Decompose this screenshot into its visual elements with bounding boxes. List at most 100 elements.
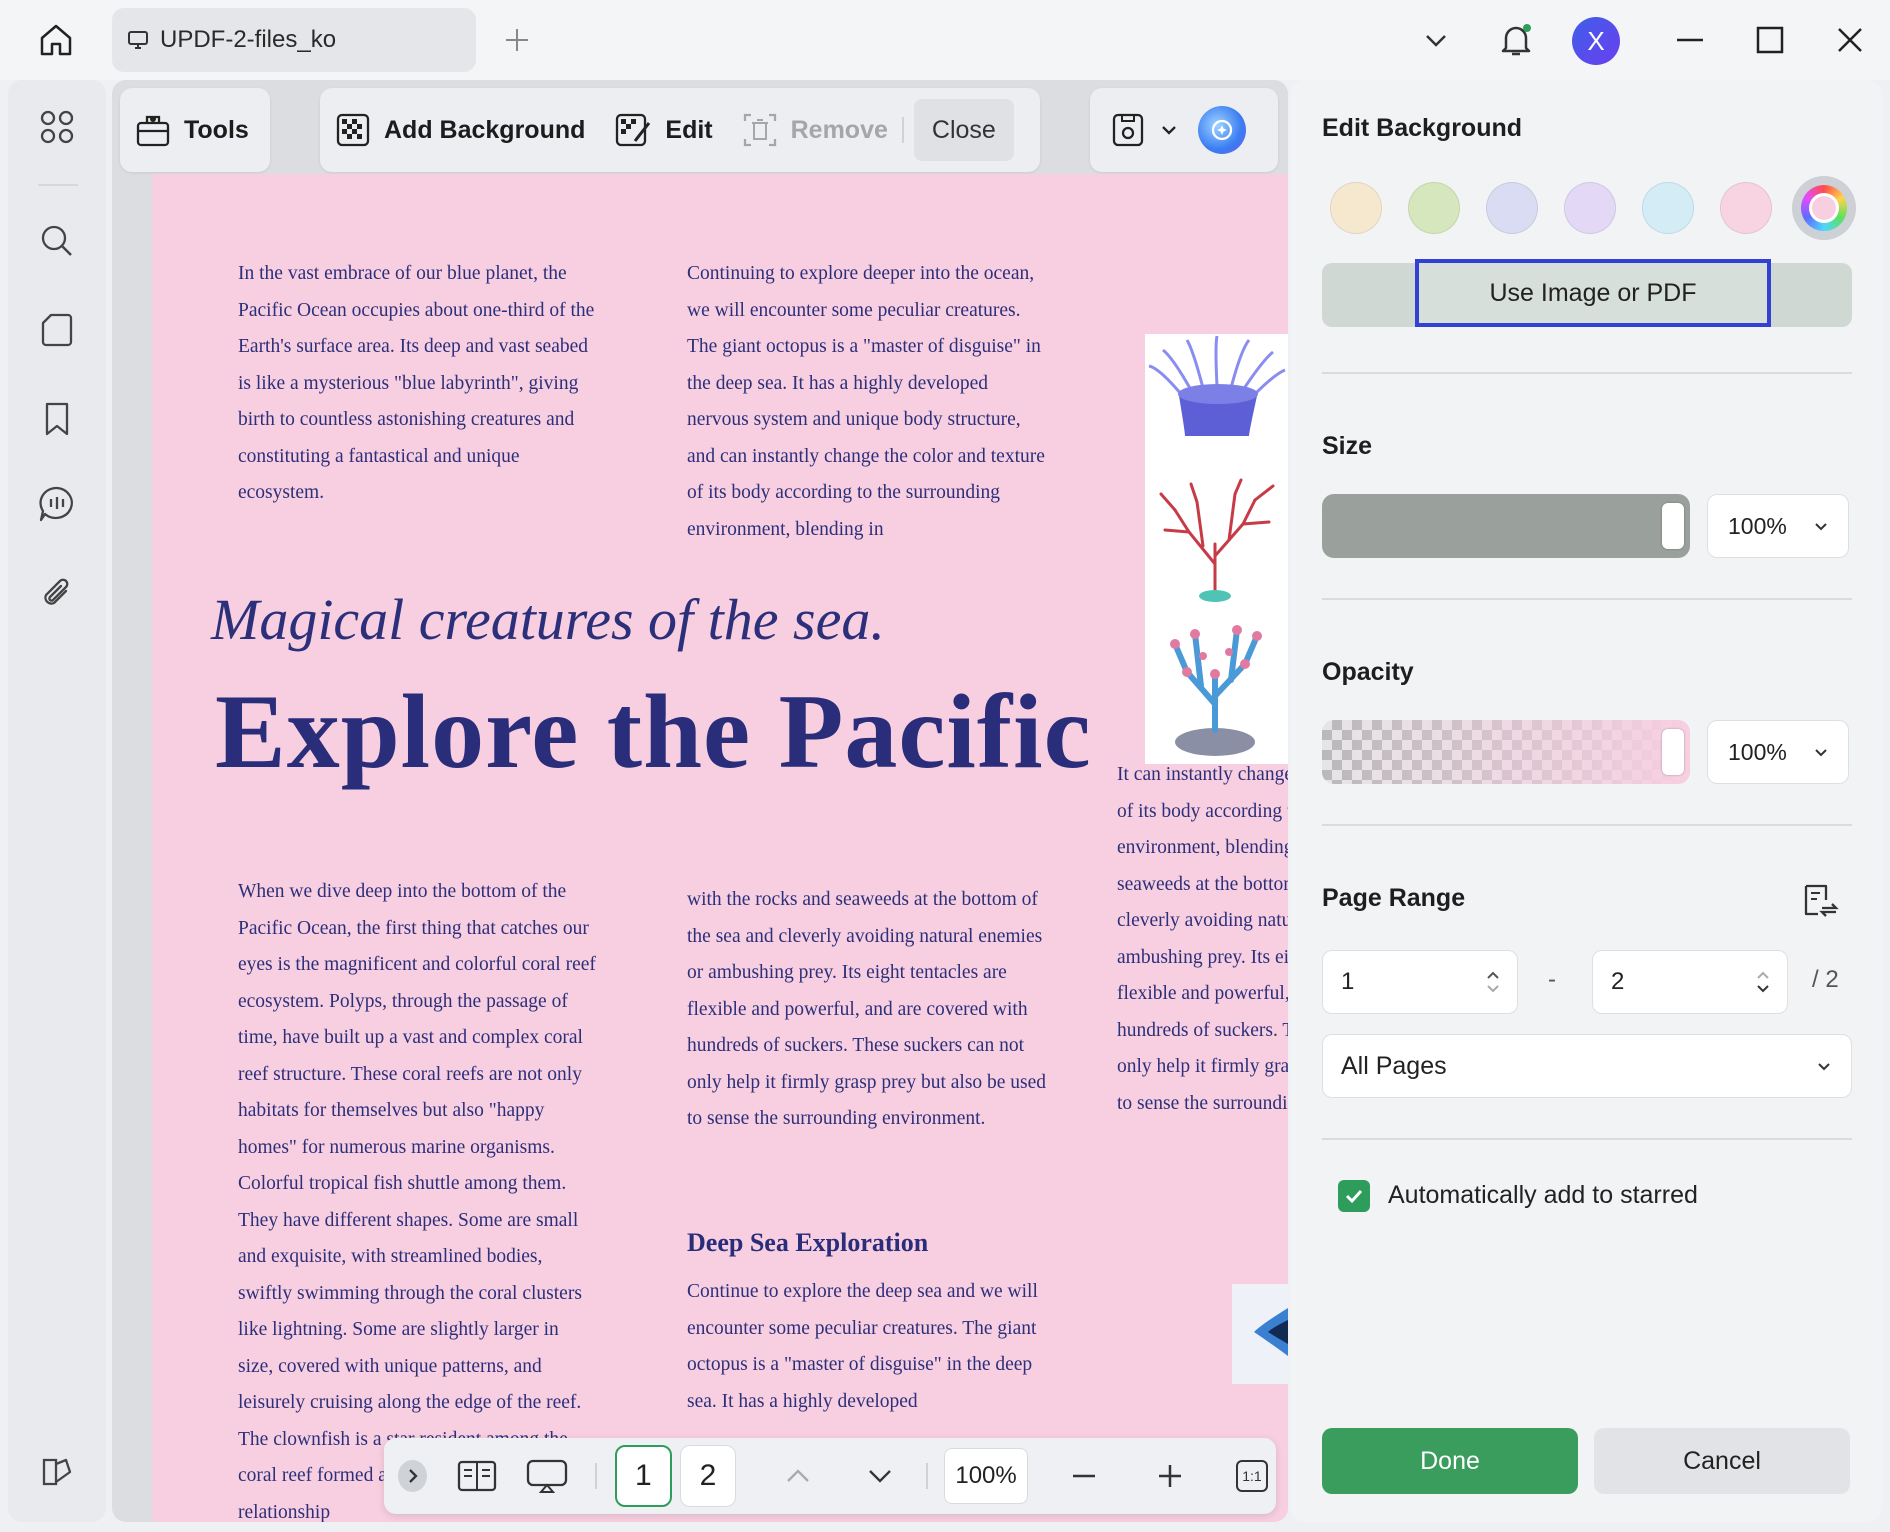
auto-star-checkbox[interactable] [1338, 1180, 1370, 1212]
minimize-icon [1677, 38, 1703, 42]
remove-background-button[interactable]: Remove [727, 88, 902, 172]
swatch-beige[interactable] [1330, 182, 1382, 234]
title-bar: UPDF-2-files_ko X [0, 0, 1890, 80]
use-image-or-pdf-button[interactable]: Use Image or PDF [1415, 259, 1771, 327]
cancel-button[interactable]: Cancel [1594, 1428, 1850, 1494]
comment-icon [39, 486, 73, 522]
home-icon [40, 24, 72, 56]
done-button[interactable]: Done [1322, 1428, 1578, 1494]
sea-creature-images [1148, 335, 1286, 756]
page-layout-button[interactable] [453, 1448, 501, 1504]
page-range-select[interactable]: All Pages [1322, 1034, 1852, 1098]
opacity-slider-thumb[interactable] [1662, 729, 1684, 775]
divider [1322, 372, 1852, 374]
opacity-value: 100% [1728, 738, 1787, 765]
remove-background-icon [743, 113, 776, 147]
paragraph: When we dive deep into the bottom of the… [238, 881, 596, 1522]
range-to-input[interactable]: 2 [1592, 950, 1788, 1014]
zoom-level-input[interactable]: 100% [944, 1448, 1028, 1504]
chevron-up-icon[interactable] [1485, 969, 1501, 981]
swatch-pink[interactable] [1720, 182, 1772, 234]
custom-color-button[interactable] [1792, 176, 1856, 240]
tabs-dropdown-button[interactable] [1412, 16, 1460, 64]
theme-button[interactable] [32, 1446, 82, 1496]
auto-star-label: Automatically add to starred [1388, 1181, 1698, 1209]
size-slider[interactable] [1322, 494, 1690, 558]
tools-group: Tools [120, 88, 270, 172]
previous-page-button[interactable] [774, 1448, 822, 1504]
maximize-button[interactable] [1746, 16, 1794, 64]
remove-label: Remove [790, 115, 888, 144]
page-1-button[interactable]: 1 [614, 1445, 672, 1507]
swatch-lilac[interactable] [1564, 182, 1616, 234]
opacity-label: Opacity [1322, 658, 1414, 686]
chevron-up-icon[interactable] [1755, 969, 1771, 981]
chevron-down-icon [1426, 35, 1446, 47]
presentation-button[interactable] [523, 1448, 571, 1504]
paragraph: Continue to explore the deep sea and we … [687, 1281, 1038, 1412]
palette-icon [42, 1458, 72, 1486]
tools-button[interactable]: Tools [120, 88, 263, 172]
zoom-out-button[interactable] [1060, 1448, 1108, 1504]
minimize-button[interactable] [1666, 16, 1714, 64]
page-range-label: Page Range [1322, 884, 1466, 912]
notifications-button[interactable] [1492, 16, 1540, 64]
page-range-settings-button[interactable] [1798, 878, 1842, 922]
toolbox-icon [136, 115, 170, 147]
chevron-down-icon [1162, 126, 1176, 135]
actual-size-button[interactable]: 1:1 [1228, 1448, 1276, 1504]
minus-icon [1072, 1474, 1095, 1478]
anemone-image [1148, 335, 1286, 436]
save-menu-button[interactable] [1110, 111, 1178, 149]
divider [1322, 1138, 1852, 1140]
pdf-page: In the vast embrace of our blue planet, … [152, 174, 1288, 1522]
chevron-down-icon[interactable] [1485, 983, 1501, 995]
add-background-button[interactable]: Add Background [320, 88, 599, 172]
home-button[interactable] [30, 16, 82, 64]
right-toolbar [1090, 88, 1278, 172]
use-image-row: Use Image or PDF [1322, 259, 1852, 327]
fish-icon [1254, 1308, 1288, 1356]
opacity-slider[interactable] [1322, 720, 1690, 784]
swatch-lavender[interactable] [1486, 182, 1538, 234]
comments-button[interactable] [32, 479, 82, 529]
swatch-green[interactable] [1408, 182, 1460, 234]
range-from-input[interactable]: 1 [1322, 950, 1518, 1014]
monitor-icon [128, 31, 148, 49]
new-tab-button[interactable] [500, 20, 534, 60]
document-tab-title: UPDF-2-files_ko [160, 26, 337, 53]
size-select[interactable]: 100% [1707, 494, 1849, 558]
chevron-down-icon[interactable] [1755, 983, 1771, 995]
zoom-in-button[interactable] [1146, 1448, 1194, 1504]
background-toolbar: Add Background Edit Remove Close [320, 88, 1040, 172]
section-heading: Deep Sea Exploration [687, 1228, 929, 1257]
next-page-button[interactable] [856, 1448, 904, 1504]
attachments-button[interactable] [32, 568, 82, 618]
pages-button[interactable] [32, 305, 82, 355]
page-2-button[interactable]: 2 [679, 1445, 737, 1507]
swatch-sky[interactable] [1642, 182, 1694, 234]
ai-assistant-button[interactable] [1198, 106, 1246, 154]
user-avatar[interactable]: X [1572, 17, 1620, 65]
opacity-select[interactable]: 100% [1707, 720, 1849, 784]
document-area: Tools Add Background Edit Remove Close I… [112, 80, 1288, 1522]
image-column [1145, 334, 1288, 764]
range-to-stepper[interactable] [1755, 969, 1771, 995]
edit-background-button[interactable]: Edit [599, 88, 726, 172]
expand-nav-button[interactable] [398, 1460, 428, 1492]
search-button[interactable] [32, 216, 82, 266]
range-to-value: 2 [1611, 968, 1625, 995]
document-title: Explore the Pacific [215, 673, 1092, 790]
close-window-button[interactable] [1826, 16, 1874, 64]
range-from-stepper[interactable] [1485, 969, 1501, 995]
thumbnails-button[interactable] [32, 102, 82, 152]
document-tab[interactable]: UPDF-2-files_ko [112, 8, 476, 72]
size-slider-thumb[interactable] [1662, 503, 1684, 549]
range-total: / 2 [1812, 966, 1839, 993]
bookmarks-button[interactable] [32, 394, 82, 444]
close-background-button[interactable]: Close [913, 99, 1014, 161]
nav-separator [595, 1463, 597, 1489]
add-background-label: Add Background [384, 115, 586, 144]
divider [1322, 824, 1852, 826]
checkmark-icon [1345, 1189, 1363, 1204]
